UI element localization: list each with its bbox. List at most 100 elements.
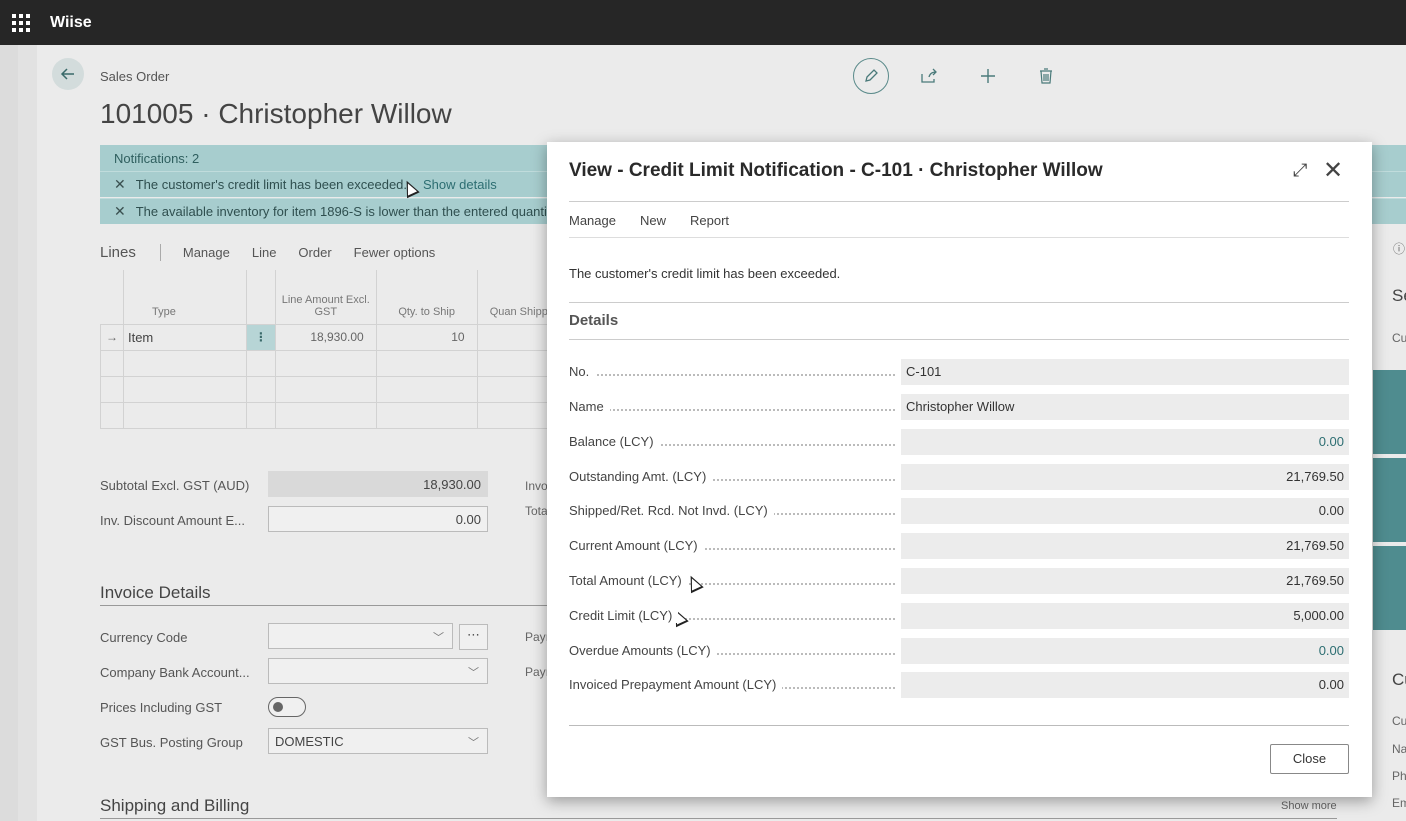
field-value[interactable]: 0.00: [901, 498, 1349, 524]
field-label: Name: [569, 399, 610, 414]
lines-label: Lines: [100, 244, 161, 261]
factbox-tile[interactable]: [1373, 370, 1406, 454]
expand-icon[interactable]: ⤢: [1293, 160, 1307, 181]
lines-menu-order[interactable]: Order: [298, 245, 331, 260]
show-more-link[interactable]: Show more: [1281, 800, 1337, 812]
details-section-title[interactable]: Details: [569, 312, 618, 329]
factbox-item: Em: [1392, 796, 1406, 810]
subtotal-label: Subtotal Excl. GST (AUD): [100, 478, 250, 493]
background-strip: [18, 45, 37, 821]
table-row[interactable]: [100, 401, 560, 429]
trash-icon: [1040, 68, 1052, 84]
factbox-tile[interactable]: [1373, 458, 1406, 542]
lines-toolbar: Lines Manage Line Order Fewer options: [100, 244, 435, 261]
column-header-type[interactable]: Type: [123, 270, 247, 325]
back-button[interactable]: [52, 58, 84, 90]
edit-button[interactable]: [853, 58, 889, 94]
inv-discount-label: Inv. Discount Amount E...: [100, 513, 245, 528]
total-label: Tota: [525, 504, 548, 518]
menu-new[interactable]: New: [640, 213, 666, 228]
divider: [100, 818, 1337, 819]
field-value[interactable]: C-101: [901, 359, 1349, 385]
field-value[interactable]: Christopher Willow: [901, 394, 1349, 420]
shipping-billing-title[interactable]: Shipping and Billing: [100, 796, 249, 816]
app-launcher-icon[interactable]: [12, 13, 30, 32]
invoice-total-label: Invo: [525, 479, 548, 493]
notification-text: The customer's credit limit has been exc…: [135, 177, 408, 192]
breadcrumb: Sales Order: [100, 69, 170, 84]
field-label: Credit Limit (LCY): [569, 608, 679, 623]
chevron-down-icon: ﹀: [468, 737, 479, 749]
field-outstanding-amt: Outstanding Amt. (LCY) 21,769.50: [569, 464, 1349, 490]
cell-qty-to-ship[interactable]: 10: [375, 323, 478, 351]
factbox-item: Ph: [1392, 769, 1406, 783]
pencil-icon: [865, 69, 878, 82]
field-value[interactable]: 21,769.50: [901, 568, 1349, 594]
company-bank-account-select[interactable]: ﹀: [268, 658, 488, 684]
column-header-qty-to-ship[interactable]: Qty. to Ship: [376, 270, 478, 325]
lines-menu-line[interactable]: Line: [252, 245, 277, 260]
field-label: Total Amount (LCY): [569, 573, 688, 588]
field-label: Outstanding Amt. (LCY): [569, 469, 713, 484]
delete-button[interactable]: [1028, 58, 1064, 94]
table-row[interactable]: [100, 375, 560, 403]
field-value[interactable]: 0.00: [901, 672, 1349, 698]
gst-bus-posting-group-value: DOMESTIC: [275, 734, 344, 749]
field-invoiced-prepayment: Invoiced Prepayment Amount (LCY) 0.00: [569, 672, 1349, 698]
page-title: 101005 · Christopher Willow: [100, 98, 452, 129]
divider: [569, 339, 1349, 340]
row-actions-icon[interactable]: ⋮: [245, 323, 276, 351]
field-balance: Balance (LCY) 0.00: [569, 429, 1349, 455]
field-value[interactable]: 21,769.50: [901, 533, 1349, 559]
notification-text: The available inventory for item 1896-S …: [135, 204, 558, 219]
currency-code-select[interactable]: ﹀: [268, 623, 453, 649]
show-details-link[interactable]: Show details: [423, 177, 497, 192]
field-value[interactable]: 21,769.50: [901, 464, 1349, 490]
column-header-line-amount[interactable]: Line Amount Excl. GST: [275, 270, 377, 325]
lines-menu-fewer-options[interactable]: Fewer options: [354, 245, 436, 260]
currency-lookup-button[interactable]: ⋯: [459, 624, 488, 650]
field-value-link[interactable]: 0.00: [901, 638, 1349, 664]
gst-bus-posting-group-label: GST Bus. Posting Group: [100, 735, 243, 750]
menu-report[interactable]: Report: [690, 213, 729, 228]
plus-icon: [981, 69, 995, 83]
inv-discount-input[interactable]: 0.00: [268, 506, 488, 532]
dismiss-icon[interactable]: ✕: [114, 203, 126, 220]
lines-grid: Type Line Amount Excl. GST Qty. to Ship …: [100, 270, 560, 429]
factbox-item: Cu: [1392, 714, 1406, 728]
divider: [100, 605, 560, 606]
divider: [569, 201, 1349, 202]
gst-bus-posting-group-select[interactable]: DOMESTIC ﹀: [268, 728, 488, 754]
app-name[interactable]: Wiise: [50, 14, 92, 32]
factbox-tile[interactable]: [1373, 546, 1406, 630]
dismiss-icon[interactable]: ✕: [114, 176, 126, 193]
dialog-message: The customer's credit limit has been exc…: [569, 266, 841, 281]
factbox-sub: Cu: [1392, 331, 1406, 345]
info-icon[interactable]: ⓘ: [1393, 240, 1405, 257]
new-button[interactable]: [970, 58, 1006, 94]
factbox-title: Se: [1392, 286, 1406, 305]
subtotal-value: 18,930.00: [268, 471, 488, 497]
field-overdue-amounts: Overdue Amounts (LCY) 0.00: [569, 638, 1349, 664]
close-button[interactable]: Close: [1270, 744, 1349, 774]
cell-type[interactable]: Item: [122, 323, 247, 351]
top-bar: Wiise: [0, 0, 1406, 45]
lines-menu-manage[interactable]: Manage: [183, 245, 230, 260]
field-value[interactable]: 5,000.00: [901, 603, 1349, 629]
credit-limit-dialog: View - Credit Limit Notification - C-101…: [547, 142, 1372, 797]
dialog-menu: Manage New Report: [569, 213, 729, 228]
close-icon[interactable]: ✕: [1323, 156, 1343, 185]
field-label: Current Amount (LCY): [569, 538, 704, 553]
background-strip: [0, 45, 18, 821]
share-button[interactable]: [911, 58, 947, 94]
prices-including-gst-label: Prices Including GST: [100, 700, 223, 715]
invoice-details-title[interactable]: Invoice Details: [100, 583, 211, 603]
table-row[interactable]: [100, 349, 560, 377]
prices-including-gst-toggle[interactable]: [268, 697, 306, 717]
table-row[interactable]: → Item ⋮ 18,930.00 10: [100, 323, 560, 351]
factbox-title: Cu: [1392, 670, 1406, 689]
field-no: No. C-101: [569, 359, 1349, 385]
cell-line-amount[interactable]: 18,930.00: [274, 323, 377, 351]
menu-manage[interactable]: Manage: [569, 213, 616, 228]
field-value-link[interactable]: 0.00: [901, 429, 1349, 455]
